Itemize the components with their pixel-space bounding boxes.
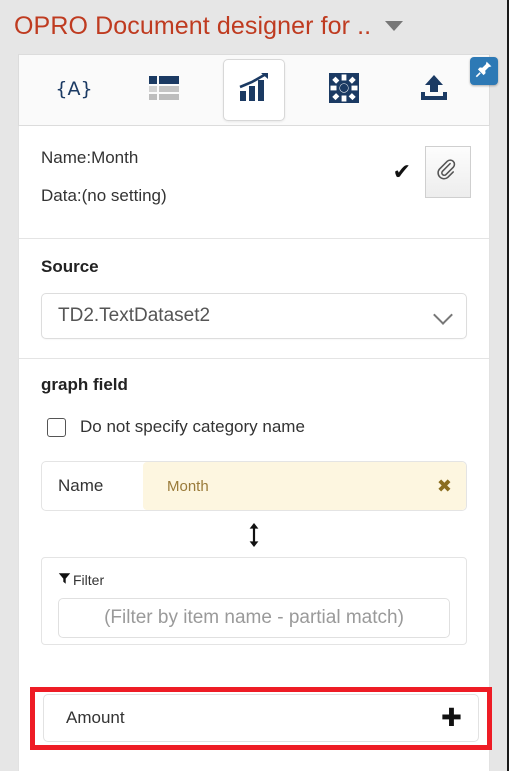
- gear-icon: [328, 72, 360, 109]
- funnel-icon: [58, 572, 71, 588]
- pin-button[interactable]: [470, 57, 498, 85]
- no-category-label: Do not specify category name: [80, 417, 305, 436]
- vertical-resize-arrow-icon: [246, 522, 262, 553]
- graph-field-label: graph field: [41, 375, 128, 394]
- page-title: OPRO Document designer for ..: [14, 11, 372, 40]
- tab-table[interactable]: [133, 59, 195, 121]
- table-icon: [148, 74, 180, 107]
- chevron-down-icon[interactable]: [385, 21, 404, 31]
- svg-text:{A}: {A}: [57, 78, 91, 100]
- amount-label: Amount: [66, 708, 125, 727]
- card-actions: ✔: [393, 146, 471, 198]
- source-label: Source: [41, 257, 99, 276]
- application-window: OPRO Document designer for .. {A} Name:M…: [0, 0, 509, 771]
- source-select[interactable]: TD2.TextDataset2: [41, 293, 467, 339]
- pushpin-icon: [475, 60, 493, 83]
- source-card: Source TD2.TextDataset2: [19, 239, 489, 359]
- drag-handle[interactable]: [41, 517, 467, 557]
- amount-field-row[interactable]: Amount ✚: [43, 694, 479, 742]
- title-bar: OPRO Document designer for ..: [0, 0, 507, 52]
- no-category-checkbox-row[interactable]: Do not specify category name: [47, 417, 467, 437]
- braces-a-icon: {A}: [55, 71, 92, 110]
- tab-settings[interactable]: [313, 59, 375, 121]
- category-name-value: Month: [167, 477, 209, 495]
- close-x-icon[interactable]: ✖: [437, 476, 452, 497]
- filter-panel: Filter (Filter by item name - partial ma…: [41, 557, 467, 645]
- toolbar-tabs: {A}: [18, 54, 490, 126]
- upload-icon: [418, 73, 450, 108]
- filter-placeholder: (Filter by item name - partial match): [104, 607, 404, 628]
- tab-chart[interactable]: [223, 59, 285, 121]
- checkmark-icon[interactable]: ✔: [393, 161, 411, 183]
- category-name-row: Name Month ✖: [41, 461, 467, 511]
- attach-button[interactable]: [425, 146, 471, 198]
- chevron-down-icon: [433, 305, 453, 325]
- bar-chart-icon: [238, 72, 270, 108]
- category-name-chip[interactable]: Month ✖: [143, 462, 466, 510]
- source-selected-value: TD2.TextDataset2: [58, 305, 211, 326]
- no-category-checkbox[interactable]: [47, 417, 66, 437]
- tab-field-code[interactable]: {A}: [43, 59, 105, 121]
- selected-item-card: Name:Month Data:(no setting) ✔: [19, 126, 489, 239]
- tab-upload[interactable]: [403, 59, 465, 121]
- paperclip-icon: [436, 158, 460, 187]
- filter-label-row: Filter: [58, 572, 450, 588]
- plus-icon[interactable]: ✚: [441, 705, 462, 731]
- content-panel: Name:Month Data:(no setting) ✔ Source TD…: [18, 126, 490, 771]
- filter-input[interactable]: (Filter by item name - partial match): [58, 598, 450, 638]
- category-name-label: Name: [58, 476, 104, 495]
- filter-label: Filter: [73, 572, 105, 588]
